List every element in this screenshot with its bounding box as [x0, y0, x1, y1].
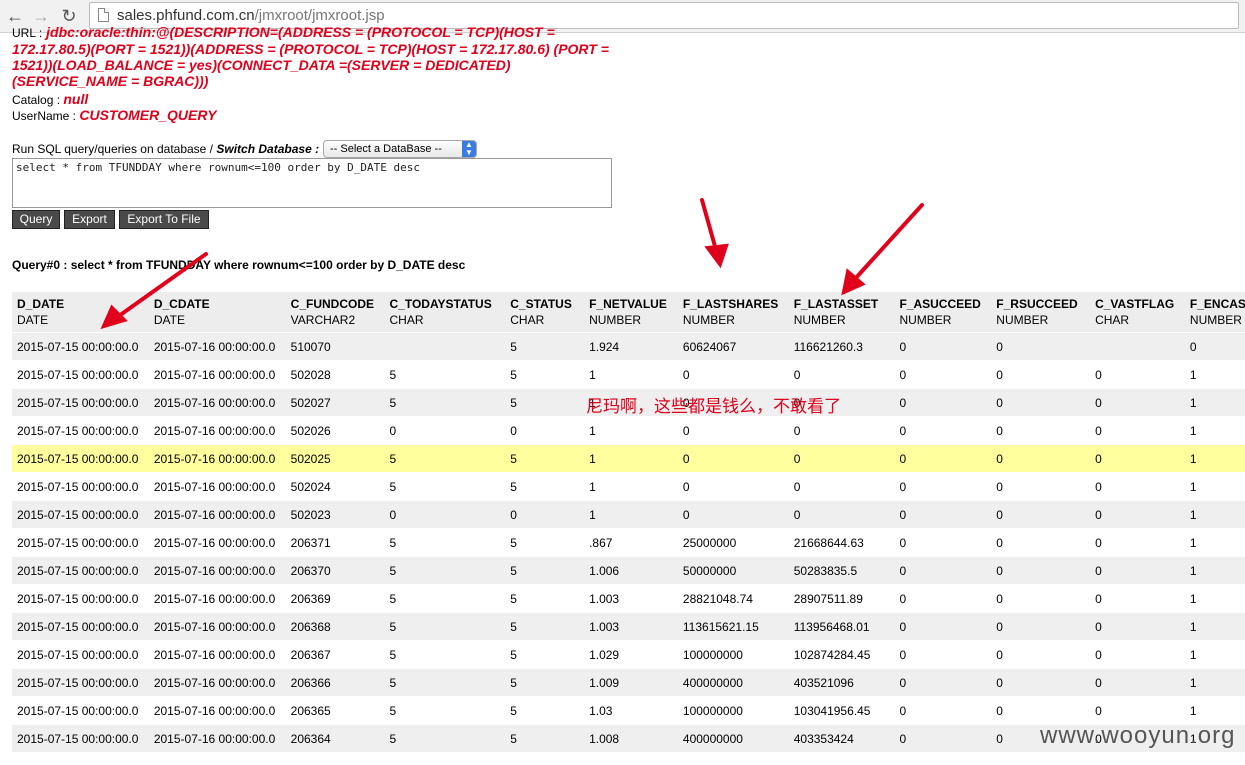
page: ← → ↻ sales.phfund.com.cn/jmxroot/jmxroo…	[0, 0, 1245, 765]
annotation-arrows	[100, 198, 924, 330]
arrow-d-date	[114, 252, 208, 320]
arrow-lastasset	[852, 203, 924, 282]
watermark: www.wooyun.org	[1040, 722, 1236, 749]
arrow-lastshares-head	[704, 243, 729, 269]
arrow-d-date-head	[100, 304, 128, 330]
arrow-lastshares	[700, 198, 718, 252]
